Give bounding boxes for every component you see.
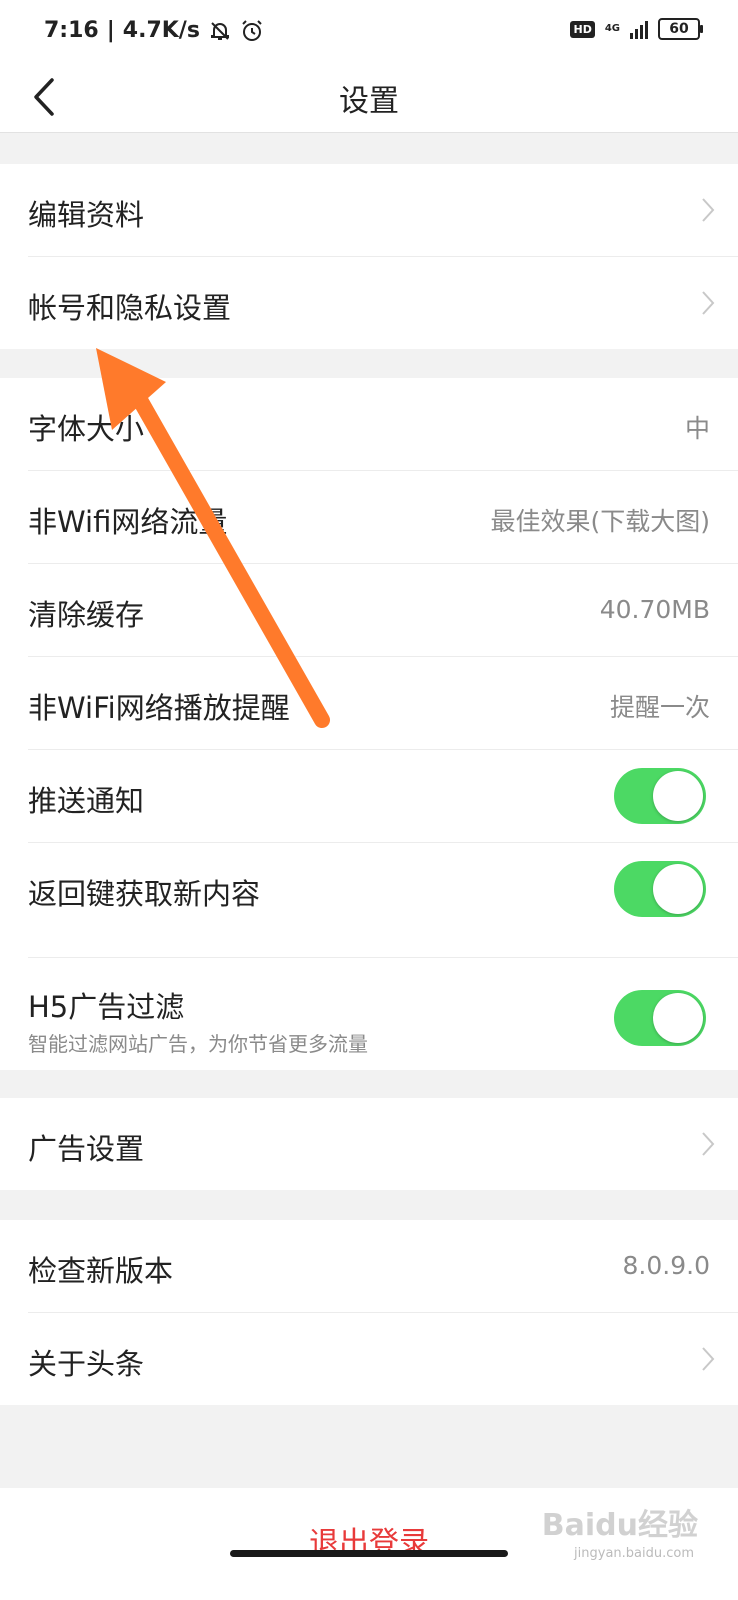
row-label: 清除缓存 — [28, 598, 145, 632]
hd-badge: HD — [570, 20, 595, 38]
chevron-right-icon — [702, 1347, 715, 1371]
h5-ad-filter-row: H5广告过滤 智能过滤网站广告，为你节省更多流量 — [28, 958, 738, 1070]
h5-filter-toggle[interactable] — [614, 990, 706, 1046]
font-size-row[interactable]: 字体大小 中 — [28, 378, 738, 471]
push-notification-row: 推送通知 — [28, 750, 738, 843]
push-toggle[interactable] — [614, 768, 706, 824]
nav-bar: 设置 — [0, 64, 738, 133]
about-row[interactable]: 关于头条 — [28, 1313, 738, 1405]
network-type: 4G — [604, 23, 620, 34]
row-value: 8.0.9.0 — [622, 1251, 710, 1280]
row-label: 返回键获取新内容 — [28, 877, 261, 911]
status-right: HD 4G 60 — [570, 18, 703, 40]
battery-icon: 60 — [658, 18, 703, 40]
row-label: 检查新版本 — [28, 1254, 174, 1288]
row-value: 提醒一次 — [609, 693, 710, 722]
signal-icon — [630, 19, 648, 39]
toggle-knob — [653, 771, 703, 821]
row-label: 广告设置 — [28, 1132, 145, 1166]
row-label: H5广告过滤 — [28, 990, 185, 1024]
row-label: 非Wifi网络流量 — [28, 505, 228, 539]
row-value: 40.70MB — [599, 595, 710, 624]
row-value: 最佳效果(下载大图) — [490, 507, 710, 536]
back-refresh-toggle[interactable] — [614, 861, 706, 917]
row-label: 帐号和隐私设置 — [28, 291, 232, 325]
clear-cache-row[interactable]: 清除缓存 40.70MB — [28, 564, 738, 657]
battery-level: 60 — [669, 21, 689, 37]
status-time: 7:16 — [44, 18, 99, 43]
settings-group-about: 检查新版本 8.0.9.0 关于头条 — [0, 1220, 738, 1405]
chevron-right-icon — [702, 198, 715, 222]
row-label: 推送通知 — [28, 784, 145, 818]
settings-group-profile: 编辑资料 帐号和隐私设置 — [0, 164, 738, 349]
row-subtitle: 智能过滤网站广告，为你节省更多流量 — [28, 1032, 368, 1056]
page-title: 设置 — [339, 84, 399, 119]
home-indicator[interactable] — [230, 1550, 508, 1557]
status-speed: 4.7K/s — [122, 18, 200, 43]
back-refresh-row: 返回键获取新内容 — [28, 843, 738, 958]
chevron-right-icon — [702, 1132, 715, 1156]
status-divider: | — [106, 18, 115, 43]
row-value: 中 — [684, 414, 710, 443]
account-privacy-row[interactable]: 帐号和隐私设置 — [28, 257, 738, 349]
bell-muted-icon — [210, 21, 229, 40]
settings-group-general: 字体大小 中 非Wifi网络流量 最佳效果(下载大图) 清除缓存 40.70MB… — [0, 378, 738, 1070]
row-label: 编辑资料 — [28, 198, 145, 232]
baidu-watermark: Baidu经验 — [541, 1508, 698, 1543]
chevron-right-icon — [702, 291, 715, 315]
check-version-row[interactable]: 检查新版本 8.0.9.0 — [28, 1220, 738, 1313]
row-label: 字体大小 — [28, 412, 145, 446]
status-left: 7:16 | 4.7K/s — [44, 18, 264, 43]
status-bar: 7:16 | 4.7K/s HD 4G 60 — [0, 0, 738, 64]
row-label: 非WiFi网络播放提醒 — [28, 691, 290, 725]
ad-settings-row[interactable]: 广告设置 — [28, 1098, 738, 1190]
edit-profile-row[interactable]: 编辑资料 — [28, 164, 738, 257]
alarm-icon — [242, 19, 262, 41]
toggle-knob — [653, 864, 703, 914]
toggle-knob — [653, 993, 703, 1043]
row-label: 关于头条 — [28, 1347, 145, 1381]
non-wifi-play-row[interactable]: 非WiFi网络播放提醒 提醒一次 — [28, 657, 738, 750]
settings-group-ads: 广告设置 — [0, 1098, 738, 1190]
baidu-watermark-url: jingyan.baidu.com — [574, 1546, 694, 1561]
non-wifi-traffic-row[interactable]: 非Wifi网络流量 最佳效果(下载大图) — [28, 471, 738, 564]
